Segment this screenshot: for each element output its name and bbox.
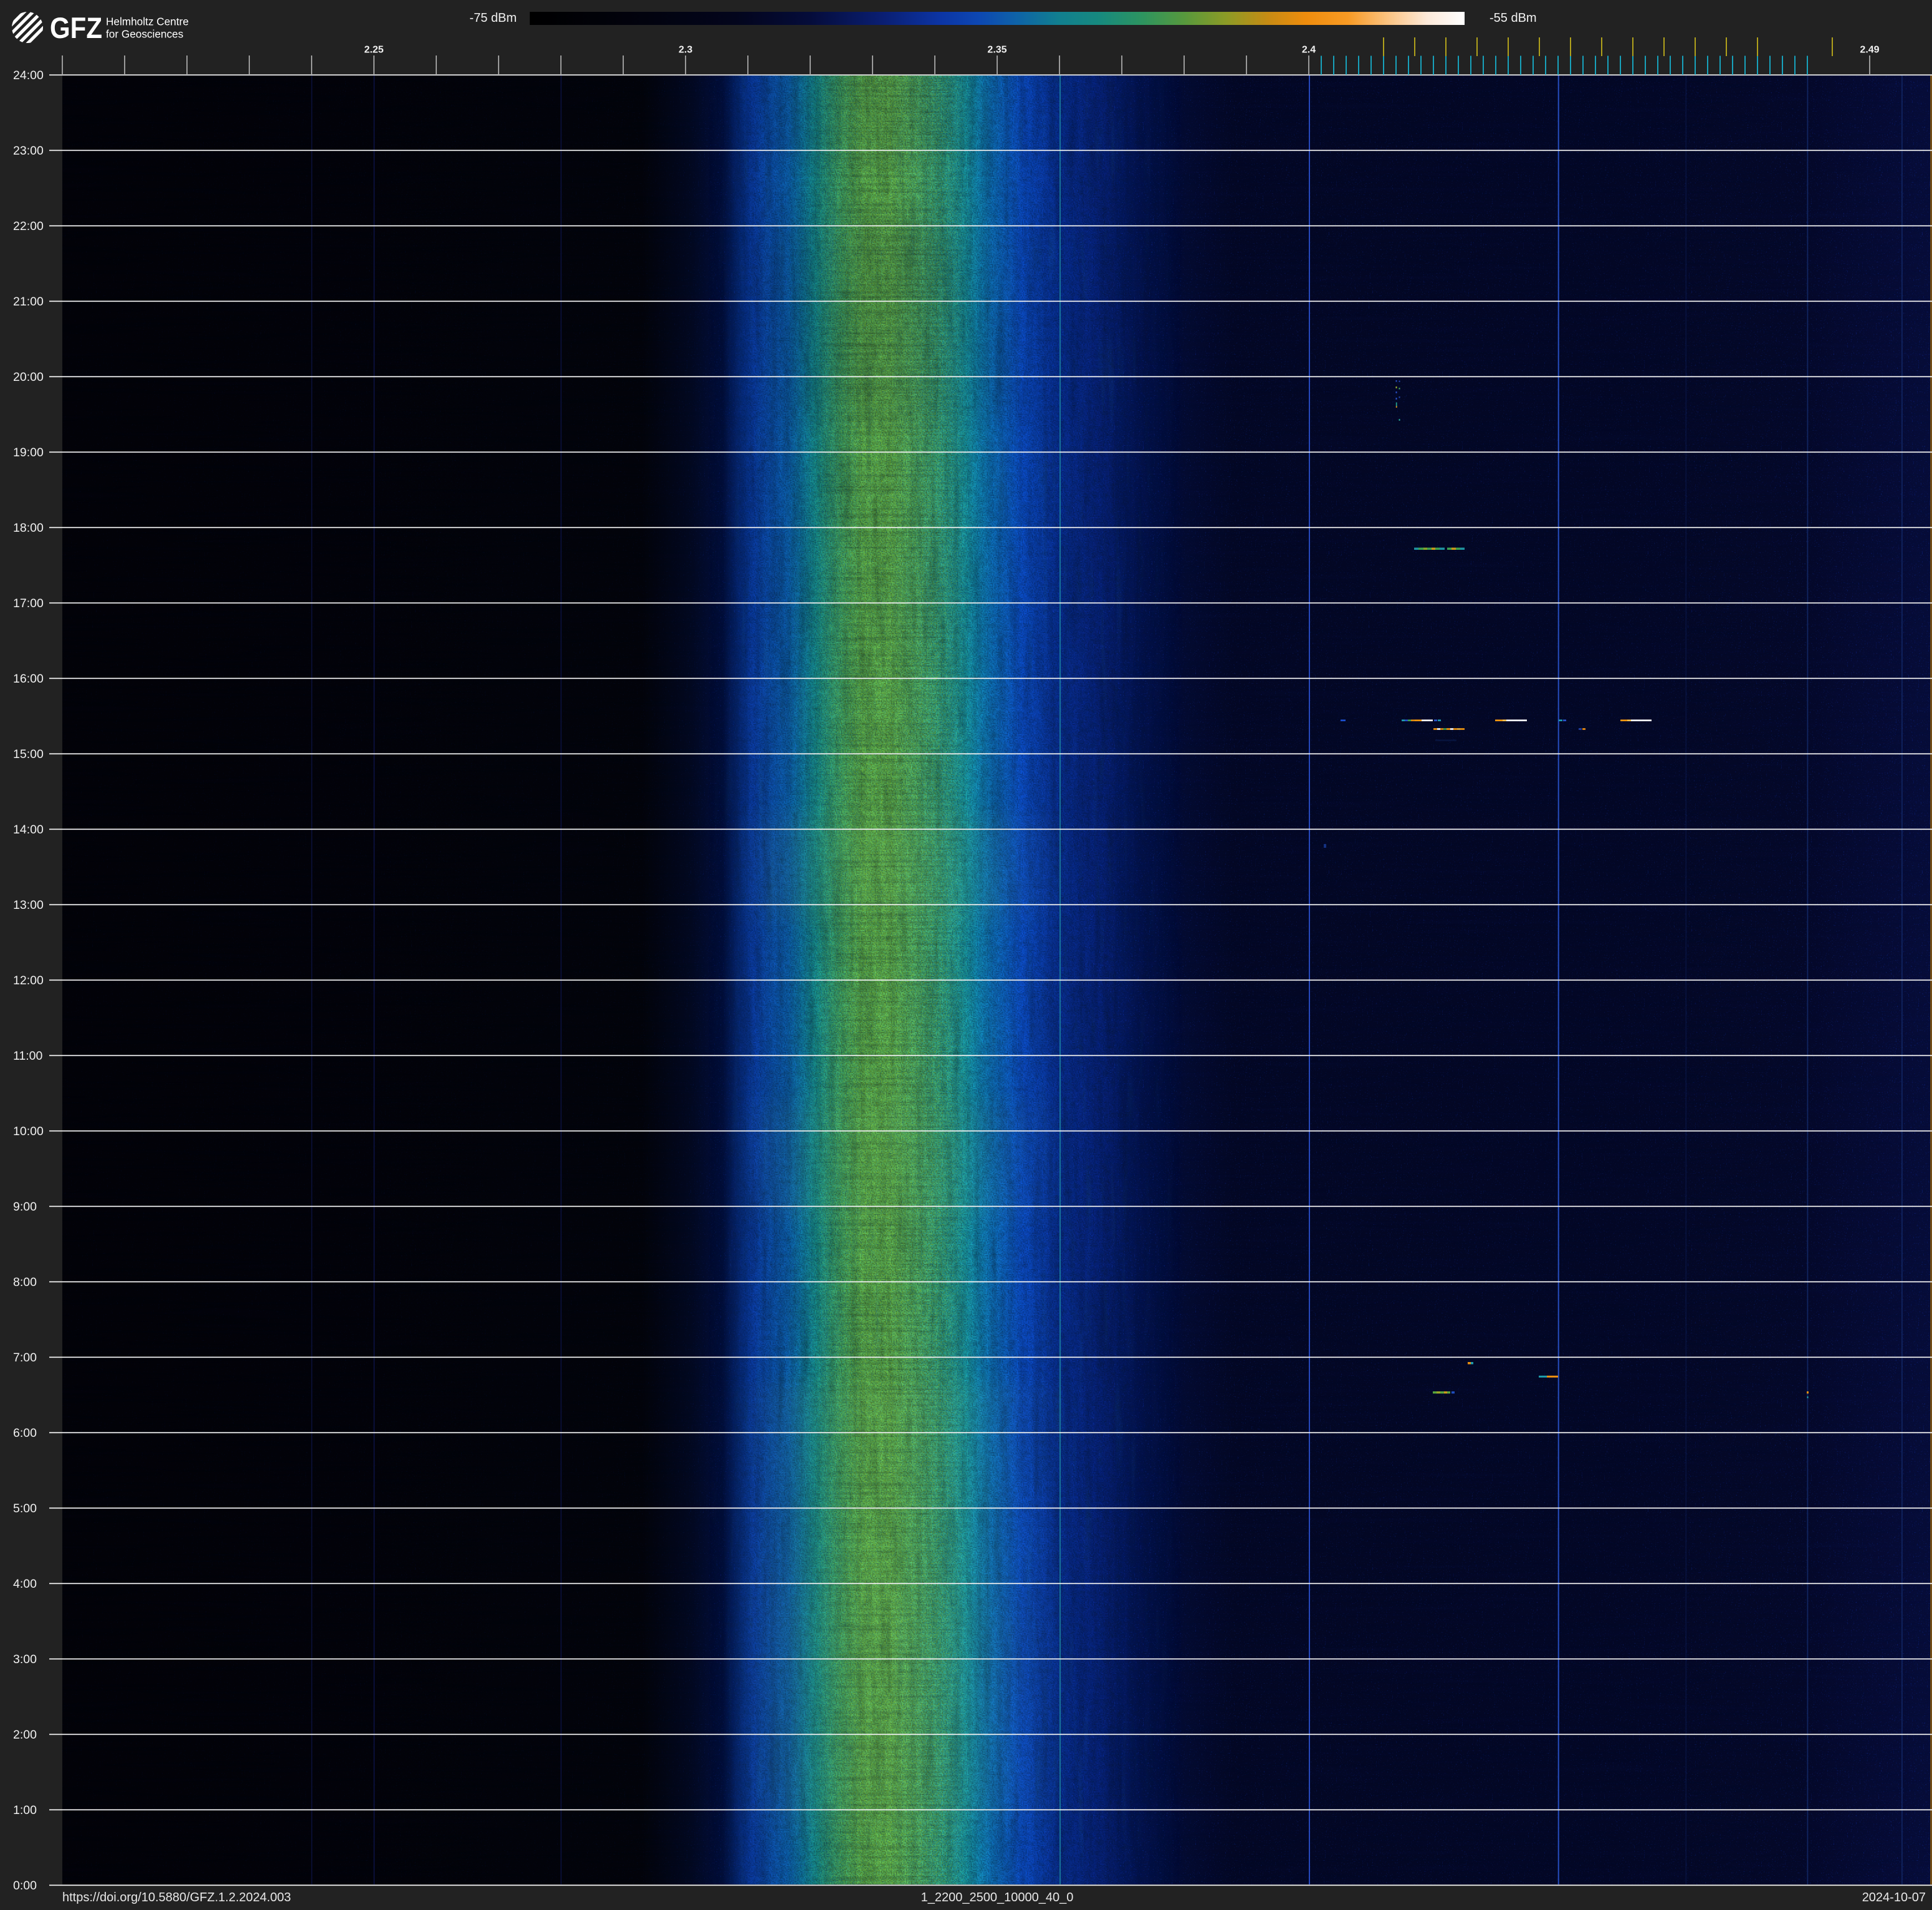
svg-text:5:00: 5:00: [13, 1502, 37, 1515]
svg-text:19:00: 19:00: [13, 446, 44, 459]
svg-text:-55 dBm: -55 dBm: [1490, 11, 1537, 25]
svg-text:4:00: 4:00: [13, 1577, 37, 1591]
svg-text:Helmholtz Centre: Helmholtz Centre: [106, 16, 189, 28]
svg-text:16:00: 16:00: [13, 672, 44, 686]
svg-text:17:00: 17:00: [13, 597, 44, 610]
svg-text:GFZ: GFZ: [50, 11, 102, 44]
svg-text:23:00: 23:00: [13, 144, 44, 158]
svg-text:11:00: 11:00: [13, 1049, 43, 1063]
svg-text:2.49: 2.49: [1860, 45, 1879, 55]
svg-text:2.25: 2.25: [364, 45, 383, 55]
svg-text:14:00: 14:00: [13, 823, 44, 837]
svg-text:2.35: 2.35: [987, 45, 1007, 55]
svg-text:2:00: 2:00: [13, 1728, 37, 1742]
svg-text:13:00: 13:00: [13, 898, 44, 912]
svg-text:9:00: 9:00: [13, 1200, 37, 1214]
svg-text:24:00: 24:00: [13, 69, 44, 82]
svg-text:2.3: 2.3: [679, 45, 692, 55]
svg-text:for Geosciences: for Geosciences: [106, 28, 183, 41]
svg-text:15:00: 15:00: [13, 747, 44, 761]
svg-text:2024-10-07: 2024-10-07: [1862, 1891, 1926, 1904]
svg-text:22:00: 22:00: [13, 219, 44, 233]
svg-text:12:00: 12:00: [13, 974, 44, 987]
svg-text:20:00: 20:00: [13, 370, 44, 384]
svg-text:6:00: 6:00: [13, 1426, 37, 1440]
svg-text:-75 dBm: -75 dBm: [469, 11, 517, 25]
svg-text:1_2200_2500_10000_40_0: 1_2200_2500_10000_40_0: [921, 1891, 1074, 1904]
svg-text:18:00: 18:00: [13, 521, 44, 535]
svg-text:0:00: 0:00: [13, 1879, 37, 1893]
svg-text:21:00: 21:00: [13, 295, 44, 309]
svg-text:https://doi.org/10.5880/GFZ.1.: https://doi.org/10.5880/GFZ.1.2.2024.003: [62, 1891, 291, 1904]
svg-text:10:00: 10:00: [13, 1125, 44, 1138]
svg-text:1:00: 1:00: [13, 1803, 37, 1817]
svg-text:2.4: 2.4: [1302, 45, 1316, 55]
svg-text:7:00: 7:00: [13, 1351, 37, 1365]
svg-text:8:00: 8:00: [13, 1275, 37, 1289]
svg-text:3:00: 3:00: [13, 1653, 37, 1666]
